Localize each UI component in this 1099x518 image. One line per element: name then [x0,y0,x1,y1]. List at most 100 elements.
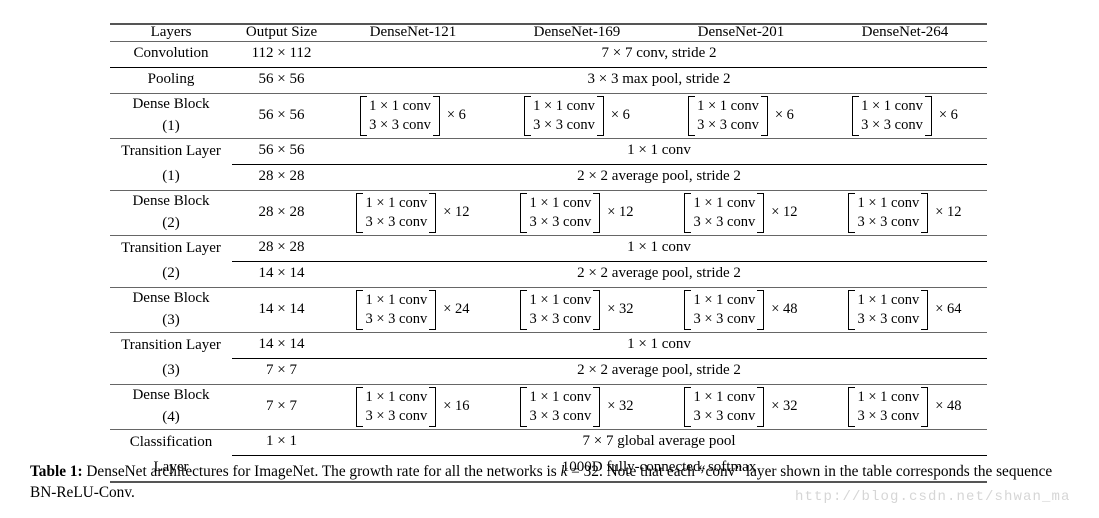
col-header-output-size: Output Size [232,22,331,42]
blog-url-watermark: http://blog.csdn.net/shwan_ma [795,489,1071,505]
repeat-multiplier: × 6 [774,107,794,124]
cell-dense-block-3-densenet-264: 1 × 1 conv 3 × 3 conv × 64 [823,286,987,333]
conv-line-3x3: 3 × 3 conv [697,116,759,133]
output-size-dense-block-3: 14 × 14 [232,286,331,333]
cell-dense-block-3-densenet-201: 1 × 1 conv 3 × 3 conv × 48 [659,286,823,333]
col-header-densenet-201: DenseNet-201 [659,22,823,42]
conv-bracket: 1 × 1 conv 3 × 3 conv [848,386,928,427]
conv-bracket: 1 × 1 conv 3 × 3 conv [356,192,436,233]
row-label-transition-layer-2-line1: Transition Layer [110,234,232,262]
row-label-transition-layer-2-line2: (2) [162,265,180,282]
output-size-transition-layer-2a: 28 × 28 [232,234,331,262]
repeat-multiplier: × 6 [446,107,466,124]
conv-line-3x3: 3 × 3 conv [693,213,756,230]
table-row: Classification 1 × 1 7 × 7 global averag… [110,428,987,456]
table-row: (2) 14 × 14 2 × 2 average pool, stride 2 [110,260,987,288]
conv-bracket: 1 × 1 conv 3 × 3 conv [360,95,440,136]
conv-line-3x3: 3 × 3 conv [369,116,431,133]
conv-line-1x1: 1 × 1 conv [529,388,592,405]
conv-line-1x1: 1 × 1 conv [365,194,428,211]
output-size-transition-layer-1a: 56 × 56 [232,137,331,165]
row-label-dense-block-4-line2: (4) [162,408,180,425]
output-size-transition-layer-2b: 14 × 14 [232,260,331,288]
row-label-dense-block-4-line1: Dense Block [110,383,232,407]
cell-dense-block-2-densenet-121: 1 × 1 conv 3 × 3 conv × 12 [331,189,495,236]
spanned-convolution: 7 × 7 conv, stride 2 [331,40,987,68]
architecture-table-container: Layers Output Size DenseNet-121 DenseNet… [110,22,987,483]
conv-line-1x1: 1 × 1 conv [365,291,428,308]
repeat-multiplier: × 48 [935,398,962,415]
conv-line-1x1: 1 × 1 conv [693,291,756,308]
caption-text-part1: DenseNet architectures for ImageNet. The… [82,463,561,480]
col-header-layers: Layers [110,22,232,42]
row-label-dense-block-1-line1: Dense Block [110,92,232,116]
spanned-transition-layer-3b: 2 × 2 average pool, stride 2 [331,357,987,385]
conv-line-1x1: 1 × 1 conv [365,388,428,405]
densenet-architecture-table: Layers Output Size DenseNet-121 DenseNet… [110,22,987,483]
cell-dense-block-4-densenet-201: 1 × 1 conv 3 × 3 conv × 32 [659,383,823,430]
repeat-multiplier: × 6 [938,107,958,124]
spanned-transition-layer-1a: 1 × 1 conv [331,137,987,165]
conv-line-1x1: 1 × 1 conv [529,291,592,308]
conv-line-1x1: 1 × 1 conv [861,97,923,114]
conv-bracket: 1 × 1 conv 3 × 3 conv [688,95,768,136]
conv-line-1x1: 1 × 1 conv [693,388,756,405]
repeat-multiplier: × 32 [771,398,798,415]
repeat-multiplier: × 12 [607,204,634,221]
repeat-multiplier: × 64 [935,301,962,318]
conv-bracket: 1 × 1 conv 3 × 3 conv [520,386,600,427]
cell-dense-block-2-densenet-201: 1 × 1 conv 3 × 3 conv × 12 [659,189,823,236]
conv-line-1x1: 1 × 1 conv [857,291,920,308]
conv-bracket: 1 × 1 conv 3 × 3 conv [684,192,764,233]
output-size-convolution: 112 × 112 [232,40,331,68]
output-size-dense-block-4: 7 × 7 [232,383,331,430]
row-label-dense-block-1-line2: (1) [162,117,180,134]
conv-line-3x3: 3 × 3 conv [365,407,428,424]
repeat-multiplier: × 16 [443,398,470,415]
conv-bracket: 1 × 1 conv 3 × 3 conv [684,386,764,427]
output-size-dense-block-2: 28 × 28 [232,189,331,236]
row-label-convolution: Convolution [110,40,232,68]
conv-line-3x3: 3 × 3 conv [857,213,920,230]
spanned-pooling: 3 × 3 max pool, stride 2 [331,66,987,94]
conv-line-3x3: 3 × 3 conv [529,407,592,424]
table-row: Dense Block 28 × 28 1 × 1 conv 3 × 3 con… [110,189,987,236]
conv-line-1x1: 1 × 1 conv [857,388,920,405]
table-header-row: Layers Output Size DenseNet-121 DenseNet… [110,22,987,42]
conv-line-3x3: 3 × 3 conv [365,213,428,230]
table-row: Transition Layer 56 × 56 1 × 1 conv [110,137,987,165]
conv-line-1x1: 1 × 1 conv [697,97,759,114]
conv-bracket: 1 × 1 conv 3 × 3 conv [848,192,928,233]
row-label-dense-block-3-line2: (3) [162,311,180,328]
output-size-transition-layer-3a: 14 × 14 [232,331,331,359]
repeat-multiplier: × 12 [935,204,962,221]
conv-bracket: 1 × 1 conv 3 × 3 conv [848,289,928,330]
row-label-pooling: Pooling [110,66,232,94]
table-row: Convolution 112 × 112 7 × 7 conv, stride… [110,40,987,68]
caption-math-equals: = [567,463,584,480]
col-header-densenet-169: DenseNet-169 [495,22,659,42]
repeat-multiplier: × 24 [443,301,470,318]
spanned-classification-layer-a: 7 × 7 global average pool [331,428,987,456]
conv-bracket: 1 × 1 conv 3 × 3 conv [520,192,600,233]
table-row: (3) 7 × 7 2 × 2 average pool, stride 2 [110,357,987,385]
table-row: (1) 28 × 28 2 × 2 average pool, stride 2 [110,163,987,191]
cell-dense-block-1-densenet-201: 1 × 1 conv 3 × 3 conv × 6 [659,92,823,139]
row-label-transition-layer-1-line1: Transition Layer [110,137,232,165]
conv-line-3x3: 3 × 3 conv [529,310,592,327]
spanned-transition-layer-2a: 1 × 1 conv [331,234,987,262]
col-header-densenet-264: DenseNet-264 [823,22,987,42]
repeat-multiplier: × 32 [607,398,634,415]
spanned-transition-layer-2b: 2 × 2 average pool, stride 2 [331,260,987,288]
table-row: Dense Block 14 × 14 1 × 1 conv 3 × 3 con… [110,286,987,333]
table-row: Pooling 56 × 56 3 × 3 max pool, stride 2 [110,66,987,94]
cell-dense-block-1-densenet-264: 1 × 1 conv 3 × 3 conv × 6 [823,92,987,139]
conv-line-3x3: 3 × 3 conv [529,213,592,230]
caption-math-value: 32 [583,463,599,480]
cell-dense-block-2-densenet-169: 1 × 1 conv 3 × 3 conv × 12 [495,189,659,236]
conv-line-3x3: 3 × 3 conv [857,407,920,424]
table-row: Dense Block 7 × 7 1 × 1 conv 3 × 3 conv … [110,383,987,430]
output-size-pooling: 56 × 56 [232,66,331,94]
repeat-multiplier: × 6 [610,107,630,124]
cell-dense-block-4-densenet-264: 1 × 1 conv 3 × 3 conv × 48 [823,383,987,430]
